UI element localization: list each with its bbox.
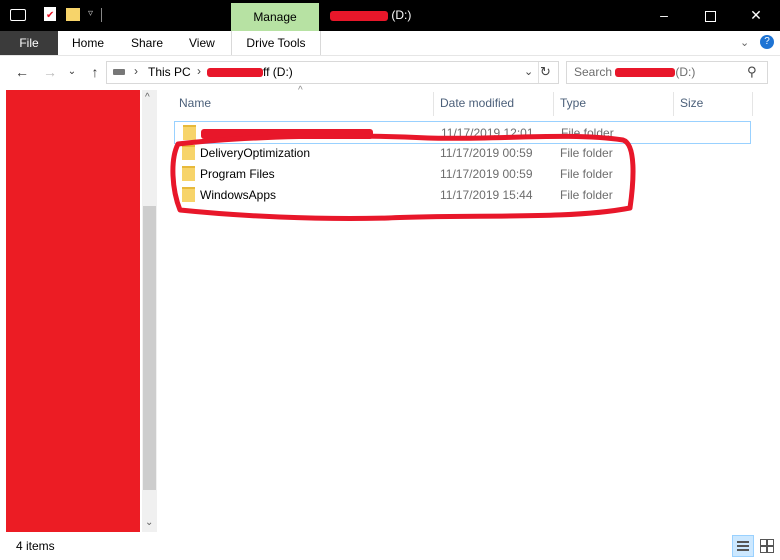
tab-home[interactable]: Home (72, 31, 104, 55)
column-divider[interactable] (433, 92, 434, 116)
new-folder-icon[interactable] (66, 8, 80, 21)
forward-arrow-icon[interactable]: → (40, 62, 60, 82)
search-prefix: Search (574, 65, 613, 79)
tab-file[interactable]: File (0, 31, 58, 55)
search-suffix: (D:) (675, 65, 696, 79)
redacted-search-name (615, 68, 676, 78)
breadcrumb-drive[interactable]: ff (D:) (207, 65, 293, 79)
customize-qat-icon[interactable]: ▿ (88, 8, 93, 19)
breadcrumb-drive-suffix: ff (D:) (263, 65, 293, 79)
up-arrow-icon[interactable]: ↑ (85, 62, 105, 82)
expand-ribbon-icon[interactable]: ⌄ (740, 36, 749, 49)
column-header-name[interactable]: Name (179, 95, 211, 111)
address-dropdown-icon[interactable]: ⌄ (524, 65, 533, 78)
large-icons-view-icon[interactable] (756, 535, 776, 555)
tab-view[interactable]: View (189, 31, 215, 55)
qat-divider (101, 8, 102, 22)
search-icon[interactable]: ⚲ (747, 64, 757, 80)
tab-share[interactable]: Share (131, 31, 163, 55)
breadcrumb-separator-icon: › (197, 64, 201, 78)
item-count: 4 items (16, 539, 55, 553)
navigation-pane[interactable] (6, 90, 140, 532)
scrollbar-thumb[interactable] (143, 206, 156, 490)
sort-ascending-icon: ^ (298, 85, 303, 96)
maximize-button[interactable] (687, 0, 733, 31)
title-suffix: (D:) (391, 8, 412, 22)
properties-icon[interactable]: ✔ (44, 7, 56, 21)
column-divider[interactable] (673, 92, 674, 116)
redacted-title (330, 10, 388, 21)
column-divider[interactable] (752, 92, 753, 116)
breadcrumb-separator-icon: › (134, 64, 138, 78)
address-bar[interactable]: › This PC › ff (D:) ⌄ ↻ (106, 61, 559, 84)
status-bar (0, 536, 780, 560)
details-view-icon[interactable] (732, 535, 754, 557)
window-title: (D:) (330, 8, 411, 22)
help-icon[interactable]: ? (760, 35, 774, 49)
scroll-up-icon[interactable]: ^ (145, 92, 150, 103)
scroll-down-icon[interactable]: ⌄ (145, 517, 153, 528)
column-header-date[interactable]: Date modified (440, 95, 514, 111)
breadcrumb-this-pc[interactable]: This PC (148, 65, 191, 79)
close-button[interactable]: ✕ (733, 0, 779, 31)
search-input[interactable]: Search (D:) ⚲ (566, 61, 768, 84)
back-arrow-icon[interactable]: ← (12, 62, 32, 82)
refresh-icon[interactable]: ↻ (540, 64, 551, 80)
address-divider (538, 62, 539, 83)
minimize-button[interactable]: – (641, 0, 687, 31)
recent-locations-icon[interactable]: ⌄ (62, 62, 82, 82)
search-placeholder: Search (D:) (574, 65, 695, 79)
annotation-circle (170, 133, 636, 222)
column-header-type[interactable]: Type (560, 95, 586, 111)
tab-drive-tools[interactable]: Drive Tools (231, 31, 321, 55)
redacted-drive-name (207, 68, 263, 78)
column-divider[interactable] (553, 92, 554, 116)
manage-tab[interactable]: Manage (231, 3, 319, 31)
drive-icon (10, 9, 26, 21)
this-pc-icon (113, 69, 125, 75)
ribbon-tabs (0, 31, 780, 56)
column-header-size[interactable]: Size (680, 95, 703, 111)
